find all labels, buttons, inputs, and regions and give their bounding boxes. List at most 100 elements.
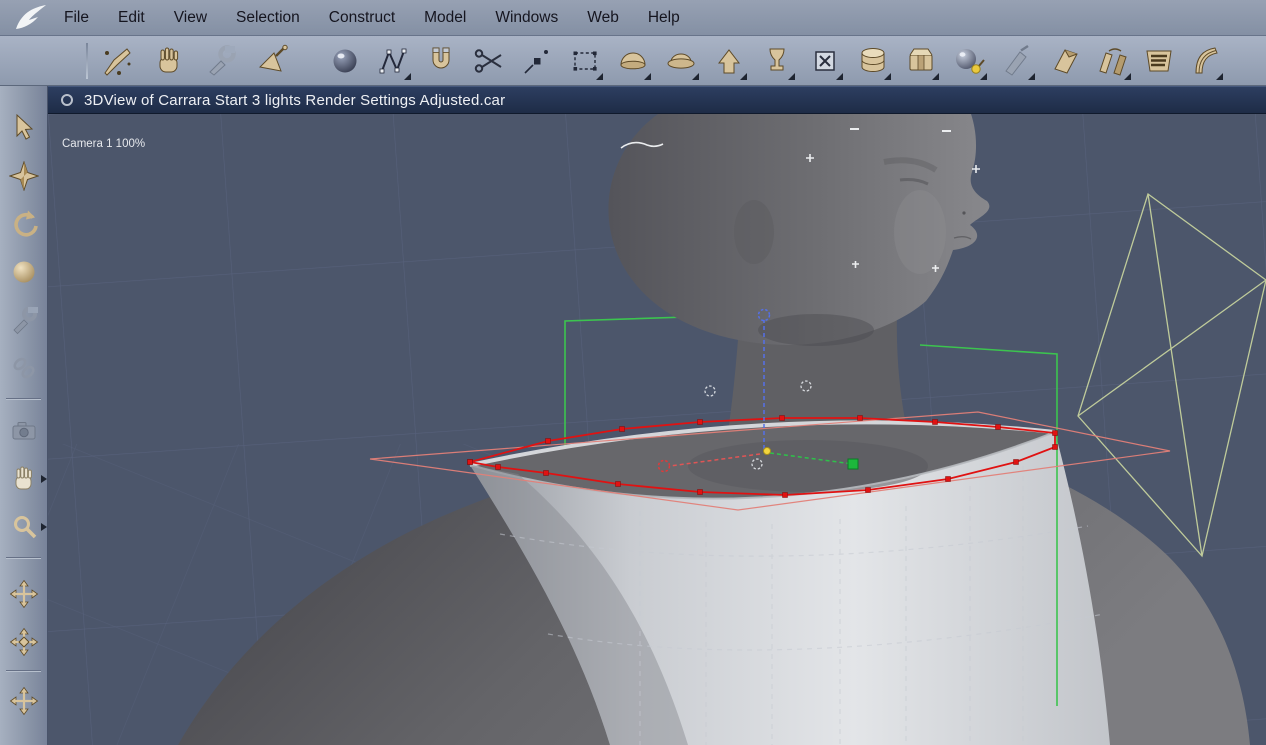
flyout-arrow-icon — [1124, 72, 1131, 80]
align-bars-icon — [1146, 50, 1172, 71]
translate-cross-tool[interactable] — [0, 572, 48, 616]
menu-edit[interactable]: Edit — [118, 9, 145, 27]
select-arrow-icon — [16, 113, 34, 140]
move-gizmo-tool[interactable] — [0, 154, 48, 198]
flyout-arrow-icon — [596, 72, 603, 80]
sweep-tool-button[interactable] — [1186, 40, 1224, 82]
polyline-tool-button[interactable] — [374, 40, 412, 82]
flyout-arrow-icon — [404, 72, 411, 80]
menu-help[interactable]: Help — [648, 9, 680, 27]
wrench-gray-icon — [13, 306, 38, 335]
hand-icon — [159, 47, 179, 72]
main-toolbar — [0, 36, 1266, 86]
trackball-icon — [13, 261, 35, 283]
menu-windows[interactable]: Windows — [495, 9, 558, 27]
flyout-arrow-icon — [41, 523, 47, 531]
magnifier-icon — [14, 516, 37, 539]
menu-view[interactable]: View — [174, 9, 207, 27]
ear-shadow — [734, 200, 774, 264]
scissors-tool-button[interactable] — [470, 40, 508, 82]
flyout-arrow-icon — [740, 72, 747, 80]
flyout-arrow-icon — [692, 72, 699, 80]
viewport-title: 3DView of Carrara Start 3 lights Render … — [84, 91, 506, 109]
toolbar-group-edit — [98, 40, 292, 82]
page-flip-icon — [1054, 48, 1078, 74]
scissors-icon — [474, 48, 502, 73]
sphere-tool-button[interactable] — [326, 40, 364, 82]
select-arrow-tool[interactable] — [0, 106, 48, 150]
axis-cross-icon — [9, 686, 39, 716]
menu-selection[interactable]: Selection — [236, 9, 300, 27]
sidebar-divider — [6, 398, 41, 399]
menu-construct[interactable]: Construct — [329, 9, 395, 27]
extrude-tool-button[interactable] — [710, 40, 748, 82]
left-tool-sidebar — [0, 86, 48, 745]
stack-tool-button[interactable] — [854, 40, 892, 82]
hemisphere-tool-button[interactable] — [614, 40, 652, 82]
scale-cross-icon — [9, 627, 39, 657]
flyout-arrow-icon — [788, 72, 795, 80]
link-disabled-tool — [0, 346, 48, 390]
flyout-arrow-icon — [836, 72, 843, 80]
menu-web[interactable]: Web — [587, 9, 619, 27]
shader-sphere-tool-button[interactable] — [950, 40, 988, 82]
zoom-magnifier-tool[interactable] — [0, 505, 48, 549]
sphere-icon — [333, 49, 357, 72]
brush-icon — [104, 47, 131, 76]
disc-tool-button[interactable] — [662, 40, 700, 82]
flyout-arrow-icon — [980, 72, 987, 80]
carrara-logo-icon[interactable] — [14, 3, 48, 33]
flyout-arrow-icon — [644, 72, 651, 80]
hand-tool-button[interactable] — [150, 40, 188, 82]
toolbar-group-model — [326, 40, 1036, 82]
viewport-titlebar[interactable]: 3DView of Carrara Start 3 lights Render … — [48, 86, 1266, 114]
wrench-tool-button[interactable] — [202, 40, 240, 82]
pan-hand-icon — [15, 466, 32, 490]
trowel-icon — [258, 44, 288, 72]
knife-tool-button[interactable] — [998, 40, 1036, 82]
viewport-3d[interactable]: Camera 1 100% — [48, 114, 1266, 745]
magnet-tool-button[interactable] — [422, 40, 460, 82]
flyout-arrow-icon — [1028, 72, 1035, 80]
translate-cross-icon — [9, 579, 39, 609]
marquee-tool-button[interactable] — [566, 40, 604, 82]
flyout-arrow-icon — [932, 72, 939, 80]
align-bars-tool-button[interactable] — [1140, 40, 1178, 82]
trowel-tool-button[interactable] — [254, 40, 292, 82]
mirror-tool-button[interactable] — [1094, 40, 1132, 82]
camera-gray-icon — [12, 422, 36, 440]
add-point-tool-button[interactable] — [518, 40, 556, 82]
link-gray-icon — [13, 357, 35, 379]
scene-canvas[interactable] — [48, 114, 1266, 745]
flyout-arrow-icon — [884, 72, 891, 80]
camera-disabled-tool — [0, 409, 48, 453]
lathe-tool-button[interactable] — [758, 40, 796, 82]
page-flip-tool-button[interactable] — [1048, 40, 1086, 82]
trackball-tool[interactable] — [0, 250, 48, 294]
pivot-point[interactable] — [763, 447, 771, 455]
sidebar-divider — [6, 557, 41, 558]
carrara-window: File Edit View Selection Construct Model… — [0, 0, 1266, 745]
flyout-arrow-icon — [1216, 72, 1223, 80]
toolbar-group-3d — [1048, 40, 1224, 82]
brush-tool-button[interactable] — [98, 40, 136, 82]
camera-label: Camera 1 100% — [62, 138, 146, 150]
package-tool-button[interactable] — [902, 40, 940, 82]
add-point-icon — [524, 49, 548, 74]
menu-bar: File Edit View Selection Construct Model… — [0, 0, 1266, 36]
toolbar-separator — [86, 42, 88, 79]
rotate-tool[interactable] — [0, 202, 48, 246]
flyout-arrow-icon — [41, 475, 47, 483]
magnet-icon — [432, 47, 450, 68]
axis-translate-tool[interactable] — [0, 679, 48, 723]
wrench-disabled-tool — [0, 298, 48, 342]
viewport-collapse-icon[interactable] — [61, 94, 73, 106]
pan-hand-tool[interactable] — [0, 457, 48, 501]
menu-file[interactable]: File — [64, 9, 89, 27]
wrench-icon — [209, 44, 236, 76]
menu-model[interactable]: Model — [424, 9, 466, 27]
axis-handle-green[interactable] — [847, 458, 859, 470]
scale-cross-tool[interactable] — [0, 620, 48, 664]
move-gizmo-icon — [9, 161, 39, 191]
delete-box-tool-button[interactable] — [806, 40, 844, 82]
